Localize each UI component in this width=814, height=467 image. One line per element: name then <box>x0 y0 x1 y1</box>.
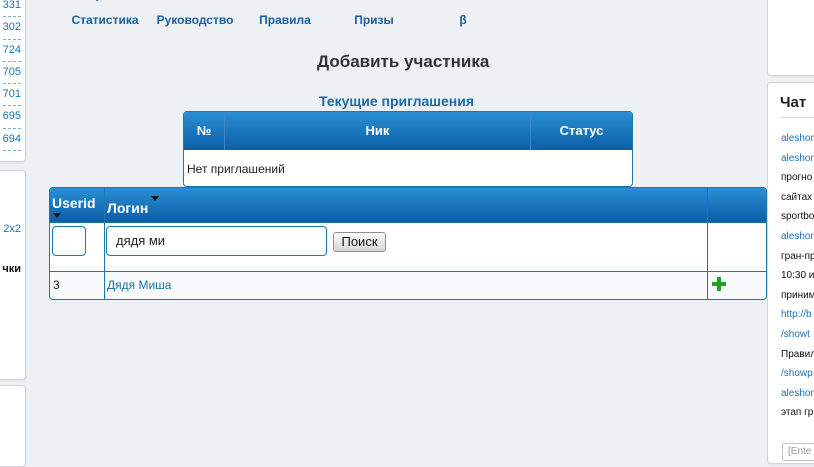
rules-icon <box>274 0 296 4</box>
column-divider <box>104 188 105 299</box>
manual-icon <box>184 0 206 4</box>
chat-message: Правил <box>781 348 814 360</box>
left-bottom-panel <box>0 385 26 467</box>
chat-link[interactable]: /showp <box>781 368 814 388</box>
column-userid[interactable]: Userid <box>52 195 96 211</box>
cell-login-link[interactable]: Дядя Миша <box>107 278 171 292</box>
chart-icon <box>96 0 99 2</box>
column-login[interactable]: Логин <box>107 200 148 216</box>
sort-desc-icon[interactable] <box>151 196 159 201</box>
chat-message: этап гр <box>781 407 814 419</box>
chat-title: Чат <box>780 94 807 111</box>
invitations-title: Текущие приглашения <box>319 93 474 109</box>
chat-message: гран-пр <box>781 250 814 262</box>
nav-label: Призы <box>354 13 394 27</box>
add-participant-icon[interactable] <box>712 277 726 291</box>
nav-label: Статистика <box>71 13 139 27</box>
chat-message: 10:30 и <box>781 270 814 282</box>
chat-username[interactable]: aleshon <box>781 153 814 173</box>
chat-message: прогно <box>781 172 813 184</box>
chat-username[interactable]: aleshon <box>781 231 814 251</box>
chat-messages: aleshon aleshon прогно сайтах sportbo al… <box>781 133 814 427</box>
chat-input[interactable]: [Ente <box>782 443 814 461</box>
ranking-value[interactable]: 701 <box>2 84 21 107</box>
chat-panel: Чат aleshon aleshon прогно сайтах sportb… <box>767 82 814 464</box>
right-top-panel <box>767 0 814 76</box>
nav-label: β <box>459 13 467 27</box>
users-table-header: Userid Логин <box>50 188 766 222</box>
ranking-value[interactable]: 705 <box>2 62 21 85</box>
chat-message: сайтах <box>781 191 813 203</box>
ranking-value[interactable]: 331 <box>2 0 21 18</box>
ranking-value[interactable]: 724 <box>2 40 21 62</box>
chat-username[interactable]: aleshon <box>781 388 814 408</box>
ranking-value[interactable]: 695 <box>2 106 21 129</box>
cell-userid: 3 <box>53 278 60 292</box>
beta-icon <box>452 0 474 4</box>
left-info-panel: 2x2 чки <box>0 170 26 380</box>
nav-label: Правила <box>259 13 311 27</box>
search-button[interactable]: Поиск <box>333 232 386 252</box>
chat-divider <box>780 117 814 118</box>
column-status: Статус <box>559 123 604 138</box>
column-nick: Ник <box>365 123 390 138</box>
ranking-list: 331 302 724 705 701 695 694 <box>2 0 21 152</box>
empty-message: Нет приглашений <box>187 162 285 176</box>
left-ranking-panel: 331 302 724 705 701 695 694 <box>0 0 26 162</box>
column-number: № <box>196 123 212 138</box>
invitations-header: № Ник Статус <box>184 112 632 150</box>
chat-link[interactable]: http://b <box>781 309 814 329</box>
chat-message: sportbo <box>781 211 814 223</box>
row-divider <box>50 271 766 272</box>
chat-link[interactable]: /showt <box>781 329 814 349</box>
column-divider <box>707 188 708 299</box>
ranking-value[interactable]: 694 <box>2 129 21 152</box>
chat-message: приним <box>781 289 814 301</box>
nav-label: Руководство <box>156 13 234 27</box>
side-link[interactable]: 2x2 <box>3 223 21 235</box>
ranking-value[interactable]: 302 <box>2 17 21 40</box>
row-divider <box>50 222 766 223</box>
users-table: Userid Логин дядя ми Поиск 3 Дядя Миша <box>49 187 767 300</box>
gift-icon <box>363 0 385 4</box>
chat-username[interactable]: aleshon <box>781 133 814 153</box>
page-title: Добавить участника <box>317 52 490 71</box>
sort-desc-icon[interactable] <box>53 213 61 218</box>
invitations-table: № Ник Статус Нет приглашений <box>183 111 633 187</box>
login-filter-input[interactable]: дядя ми <box>106 226 327 256</box>
userid-filter-input[interactable] <box>52 226 86 256</box>
side-text: чки <box>2 263 21 275</box>
